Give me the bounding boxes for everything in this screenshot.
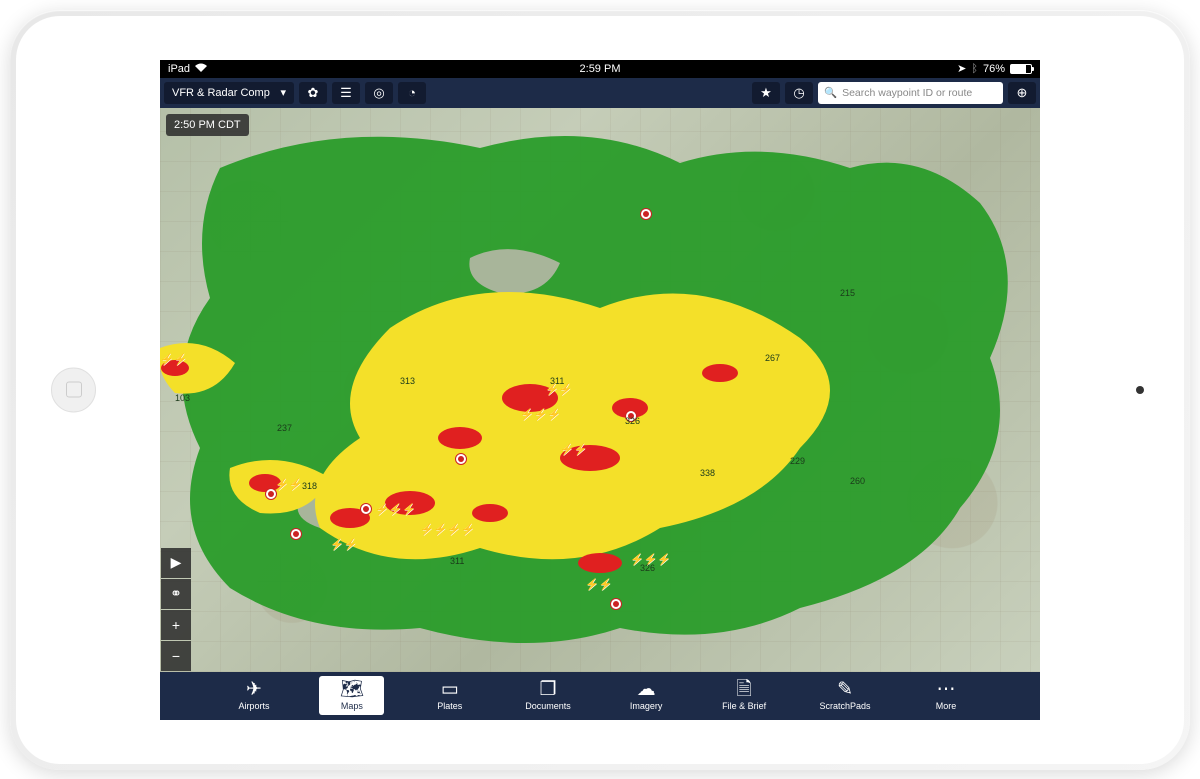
chevron-down-icon: ▾: [280, 86, 286, 99]
timer-button[interactable]: ◔: [398, 82, 426, 104]
location-icon: ➤: [957, 62, 966, 75]
tab-label: Airports: [238, 701, 269, 711]
gauge-icon: ◔: [408, 85, 416, 100]
center-button[interactable]: ⊕: [1008, 82, 1036, 104]
target-icon: ⊕: [1017, 85, 1028, 101]
screen: iPad 2:59 PM ➤ ᛒ 76% VFR & Radar Comp ▾ …: [160, 60, 1040, 720]
map-mode-label: VFR & Radar Comp: [172, 87, 270, 99]
search-placeholder: Search waypoint ID or route: [842, 87, 972, 99]
globe-icon: ◎: [373, 85, 384, 101]
star-icon: ★: [760, 85, 772, 101]
tab-maps[interactable]: 🗺 Maps: [319, 676, 384, 715]
compass-icon: ✈︎: [246, 680, 262, 699]
more-icon: ⋯: [936, 680, 955, 699]
map-mode-dropdown[interactable]: VFR & Radar Comp ▾: [164, 82, 294, 104]
tab-label: Imagery: [630, 701, 663, 711]
tab-documents[interactable]: ❐ Documents: [515, 676, 581, 715]
app-toolbar: VFR & Radar Comp ▾ ✿ ☰ ◎ ◔ ★ ◷ 🔍 Search …: [160, 78, 1040, 108]
recents-button[interactable]: ◷: [785, 82, 813, 104]
settings-button[interactable]: ✿: [299, 82, 327, 104]
status-bar: iPad 2:59 PM ➤ ᛒ 76%: [160, 60, 1040, 78]
plus-icon: +: [172, 617, 180, 633]
tab-label: ScratchPads: [820, 701, 871, 711]
play-button[interactable]: ▶: [161, 548, 191, 578]
file-icon: 🗎: [736, 680, 751, 699]
route-icon: ⚭: [170, 585, 182, 602]
device-label: iPad: [168, 63, 190, 75]
clock-icon: ◷: [793, 85, 804, 101]
map-side-controls: ▶ ⚭ + −: [161, 548, 191, 671]
minus-icon: −: [172, 648, 180, 664]
battery-percent: 76%: [983, 63, 1005, 75]
tab-airports[interactable]: ✈︎ Airports: [221, 676, 286, 715]
tab-filebrief[interactable]: 🗎 File & Brief: [712, 676, 777, 715]
map-view[interactable]: ⚡⚡ ⚡⚡⚡ ⚡⚡ ⚡⚡⚡ ⚡⚡⚡⚡ ⚡⚡ ⚡⚡ ⚡⚡⚡ ⚡⚡ ⚡⚡ 21: [160, 108, 1040, 672]
tab-scratchpads[interactable]: ✎ ScratchPads: [810, 676, 881, 715]
front-camera: [1136, 386, 1144, 394]
search-icon: 🔍: [824, 86, 837, 99]
zoom-out-button[interactable]: −: [161, 641, 191, 671]
wifi-icon: [195, 63, 207, 75]
imagery-icon: ☁︎: [637, 680, 656, 699]
zoom-in-button[interactable]: +: [161, 610, 191, 640]
radar-timestamp: 2:50 PM CDT: [166, 114, 249, 136]
route-button[interactable]: ⚭: [161, 579, 191, 609]
battery-icon: [1010, 64, 1032, 74]
map-icon: 🗺: [340, 680, 364, 699]
gear-icon: ✿: [308, 85, 319, 101]
tab-label: File & Brief: [722, 701, 766, 711]
tab-plates[interactable]: ▭ Plates: [417, 676, 482, 715]
plates-icon: ▭: [441, 680, 459, 699]
clock: 2:59 PM: [580, 63, 621, 75]
tab-more[interactable]: ⋯ More: [913, 676, 978, 715]
list-icon: ☰: [340, 85, 352, 101]
bluetooth-icon: ᛒ: [971, 63, 978, 75]
tab-label: Maps: [341, 701, 363, 711]
documents-icon: ❐: [539, 680, 556, 699]
pencil-icon: ✎: [837, 680, 853, 699]
globe-button[interactable]: ◎: [365, 82, 393, 104]
ipad-frame: iPad 2:59 PM ➤ ᛒ 76% VFR & Radar Comp ▾ …: [10, 10, 1190, 770]
radar-overlay: [160, 108, 1040, 672]
tab-bar: ✈︎ Airports 🗺 Maps ▭ Plates ❐ Documents …: [160, 672, 1040, 720]
layers-button[interactable]: ☰: [332, 82, 360, 104]
tab-label: Documents: [525, 701, 571, 711]
tab-label: More: [936, 701, 957, 711]
tab-imagery[interactable]: ☁︎ Imagery: [614, 676, 679, 715]
tab-label: Plates: [437, 701, 462, 711]
play-icon: ▶: [171, 554, 182, 571]
ipad-bezel: iPad 2:59 PM ➤ ᛒ 76% VFR & Radar Comp ▾ …: [16, 16, 1184, 764]
search-input[interactable]: 🔍 Search waypoint ID or route: [818, 82, 1003, 104]
favorites-button[interactable]: ★: [752, 82, 780, 104]
home-button[interactable]: [51, 367, 96, 412]
